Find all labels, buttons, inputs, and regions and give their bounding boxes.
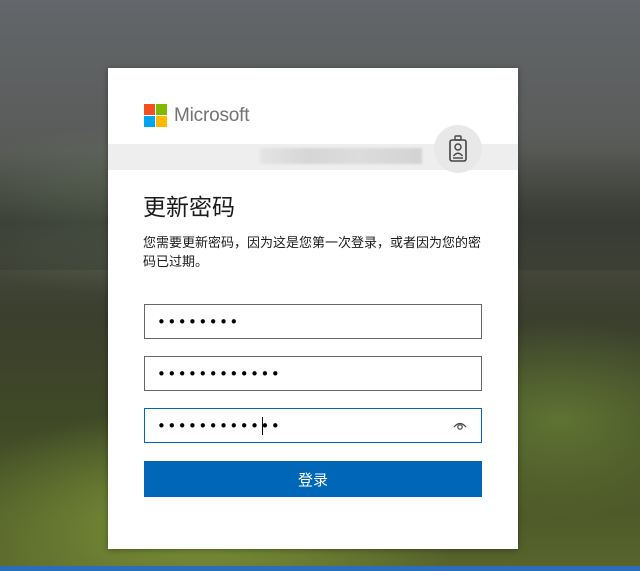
taskbar-edge	[0, 566, 640, 571]
microsoft-logo: Microsoft	[144, 104, 249, 127]
current-password-field[interactable]	[144, 304, 482, 339]
confirm-password-field[interactable]	[144, 408, 482, 443]
identity-email-redacted	[260, 148, 422, 164]
brand-name: Microsoft	[174, 104, 250, 126]
text-caret	[262, 417, 263, 435]
page-title: 更新密码	[143, 195, 235, 221]
sign-in-button[interactable]: 登录	[144, 461, 482, 497]
eye-icon[interactable]	[452, 418, 468, 434]
microsoft-logo-icon	[144, 104, 167, 127]
new-password-field[interactable]	[144, 356, 482, 391]
update-password-dialog: Microsoft 更新密码 您需要更新密码，因为这是您第一次登录，或者因为您的…	[108, 68, 518, 549]
id-badge-icon	[434, 125, 482, 173]
page-description: 您需要更新密码，因为这是您第一次登录，或者因为您的密码已过期。	[143, 236, 482, 270]
